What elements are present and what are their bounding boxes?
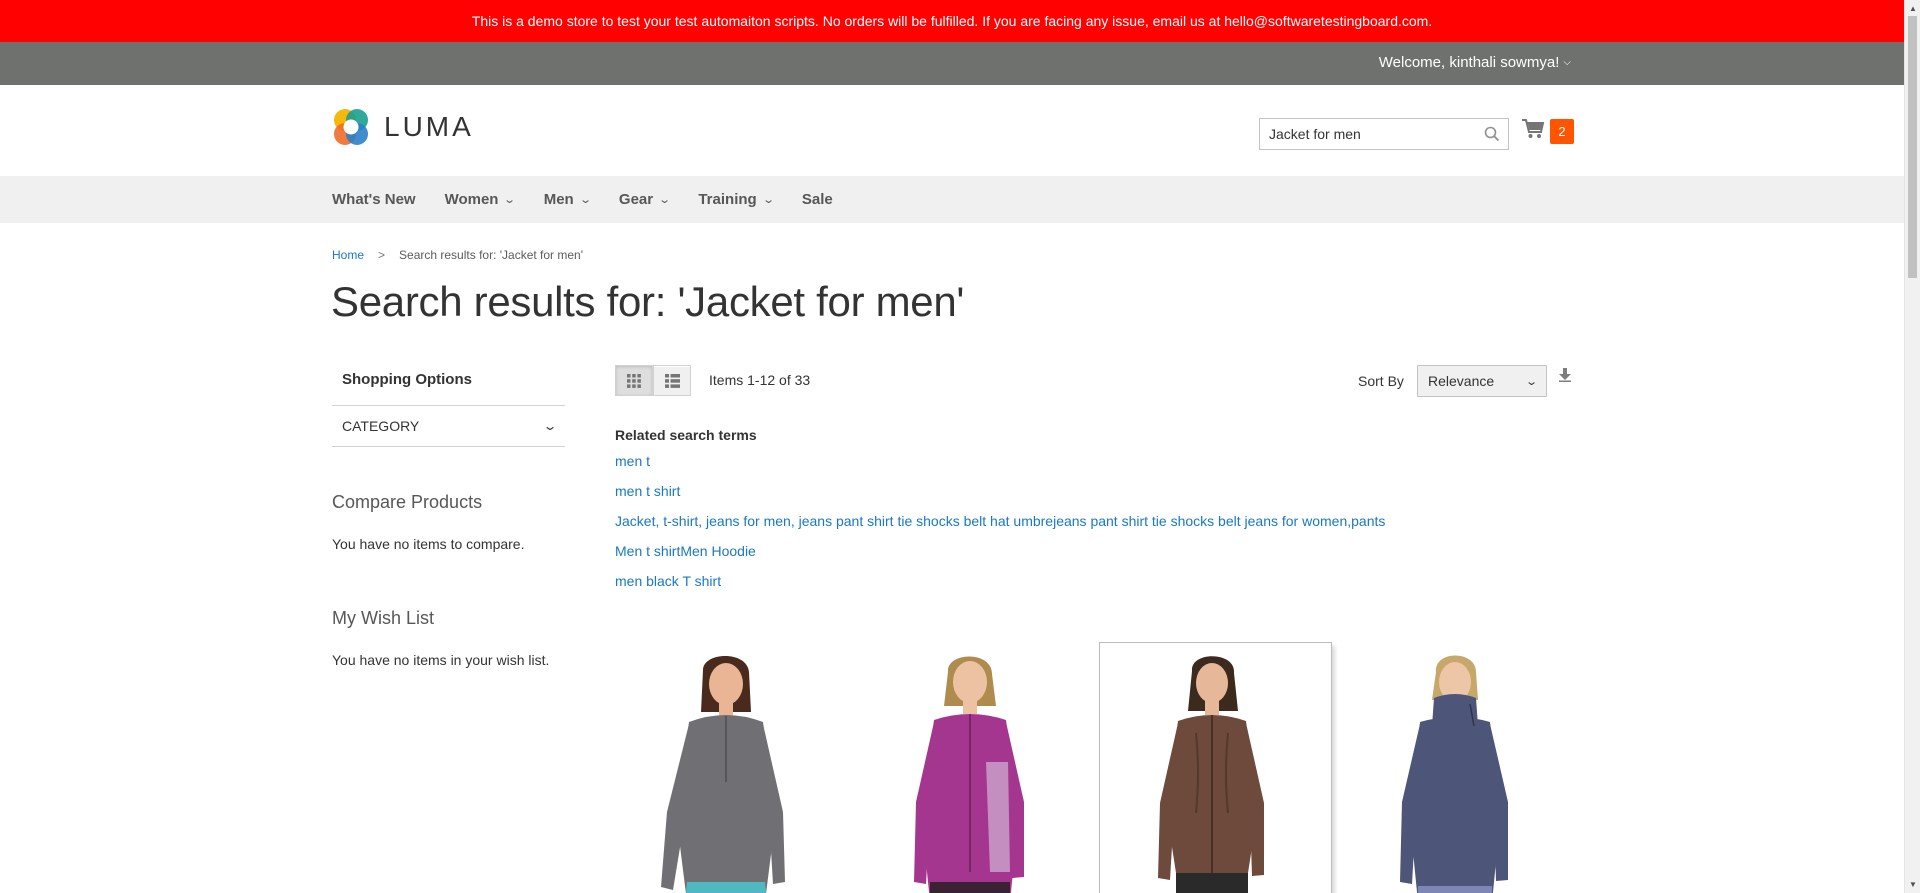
demo-notice-text: This is a demo store to test your test a… [471, 13, 1433, 29]
scroll-down-arrow-icon[interactable]: ▼ [1909, 880, 1917, 889]
chevron-down-icon: ⌄ [503, 194, 517, 206]
related-term-link[interactable]: Jacket, t-shirt, jeans for men, jeans pa… [615, 513, 1385, 543]
nav-item-women[interactable]: Women ⌄ [445, 191, 517, 208]
product-item[interactable] [1099, 642, 1332, 893]
product-image [661, 656, 785, 893]
cart-icon [1521, 118, 1545, 145]
search-icon[interactable] [1484, 126, 1500, 147]
items-count: Items 1-12 of 33 [709, 372, 811, 388]
product-image [1158, 656, 1264, 893]
breadcrumb-home-link[interactable]: Home [332, 248, 364, 262]
sort-by-select[interactable]: Relevance ⌄ [1417, 365, 1547, 397]
chevron-down-icon: ⌄ [578, 194, 592, 206]
breadcrumb-separator: > [378, 248, 386, 262]
sort-by-label: Sort By [1358, 373, 1404, 389]
grid-view-button[interactable] [615, 365, 653, 396]
chevron-down-icon: ⌵ [1563, 57, 1571, 68]
list-view-button[interactable] [653, 365, 691, 396]
related-term-link[interactable]: men t shirt [615, 483, 1385, 513]
chevron-down-icon: ⌄ [542, 419, 558, 433]
compare-products-title: Compare Products [332, 492, 483, 512]
list-icon [664, 373, 680, 388]
page-title: Search results for: 'Jacket for men' [331, 278, 965, 325]
nav-item-whats-new[interactable]: What's New [332, 191, 416, 208]
related-term-link[interactable]: men black T shirt [615, 573, 1385, 603]
category-filter-label: CATEGORY [342, 418, 420, 434]
logo-text: LUMA [384, 111, 474, 142]
chevron-down-icon: ⌄ [1524, 376, 1538, 388]
logo-link[interactable]: LUMA [332, 107, 474, 147]
nav-item-training[interactable]: Training ⌄ [698, 191, 775, 208]
scroll-up-arrow-icon[interactable]: ▲ [1909, 4, 1917, 13]
nav-item-sale[interactable]: Sale [802, 191, 833, 208]
minicart-button[interactable]: 2 [1521, 118, 1574, 145]
chevron-down-icon: ⌄ [658, 194, 672, 206]
luma-logo-icon [334, 109, 368, 145]
product-image [1400, 655, 1508, 893]
site-header: LUMA 2 [0, 85, 1904, 176]
main-navigation: What's New Women ⌄ Men ⌄ Gear ⌄ Training ⌄ S… [0, 176, 1904, 223]
shopping-options-title: Shopping Options [342, 371, 472, 388]
products-toolbar: Items 1-12 of 33 Sort By Relevance ⌄ [615, 365, 1575, 397]
compare-empty-message: You have no items to compare. [332, 536, 525, 552]
product-grid [615, 642, 1575, 893]
chevron-down-icon: ⌄ [761, 194, 775, 206]
grid-icon [627, 373, 641, 388]
related-search-terms: Related search terms men t men t shirt J… [615, 427, 1385, 603]
welcome-text: Welcome, kinthali sowmya! [1378, 54, 1560, 71]
cart-count-badge: 2 [1550, 119, 1574, 144]
page-scrollbar[interactable]: ▲ ▼ [1904, 0, 1920, 893]
breadcrumb: Home > Search results for: 'Jacket for m… [332, 248, 583, 262]
product-image [914, 656, 1024, 893]
product-item[interactable] [1342, 642, 1575, 893]
related-search-terms-title: Related search terms [615, 427, 757, 443]
nav-item-men[interactable]: Men ⌄ [544, 191, 592, 208]
demo-notice-bar: This is a demo store to test your test a… [0, 0, 1904, 42]
search-box [1259, 118, 1509, 150]
related-term-link[interactable]: men t [615, 453, 1385, 483]
wishlist-empty-message: You have no items in your wish list. [332, 652, 550, 668]
product-item[interactable] [615, 642, 848, 893]
nav-item-gear[interactable]: Gear ⌄ [619, 191, 672, 208]
view-mode-switcher [615, 365, 691, 396]
scrollbar-thumb[interactable] [1908, 16, 1917, 278]
welcome-bar: Welcome, kinthali sowmya! ⌵ [0, 42, 1904, 85]
customer-menu-toggle[interactable]: Welcome, kinthali sowmya! ⌵ [1379, 54, 1571, 71]
related-term-link[interactable]: Men t shirtMen Hoodie [615, 543, 1385, 573]
sort-direction-arrow-icon[interactable] [1559, 368, 1571, 387]
wishlist-title: My Wish List [332, 608, 435, 628]
category-filter-toggle[interactable]: CATEGORY ⌄ [332, 405, 565, 447]
breadcrumb-current: Search results for: 'Jacket for men' [399, 248, 584, 262]
search-input[interactable] [1260, 126, 1470, 142]
sort-by-value: Relevance [1428, 373, 1495, 389]
sidebar: Shopping Options CATEGORY ⌄ Compare Prod… [332, 362, 565, 668]
product-item[interactable] [858, 642, 1091, 893]
